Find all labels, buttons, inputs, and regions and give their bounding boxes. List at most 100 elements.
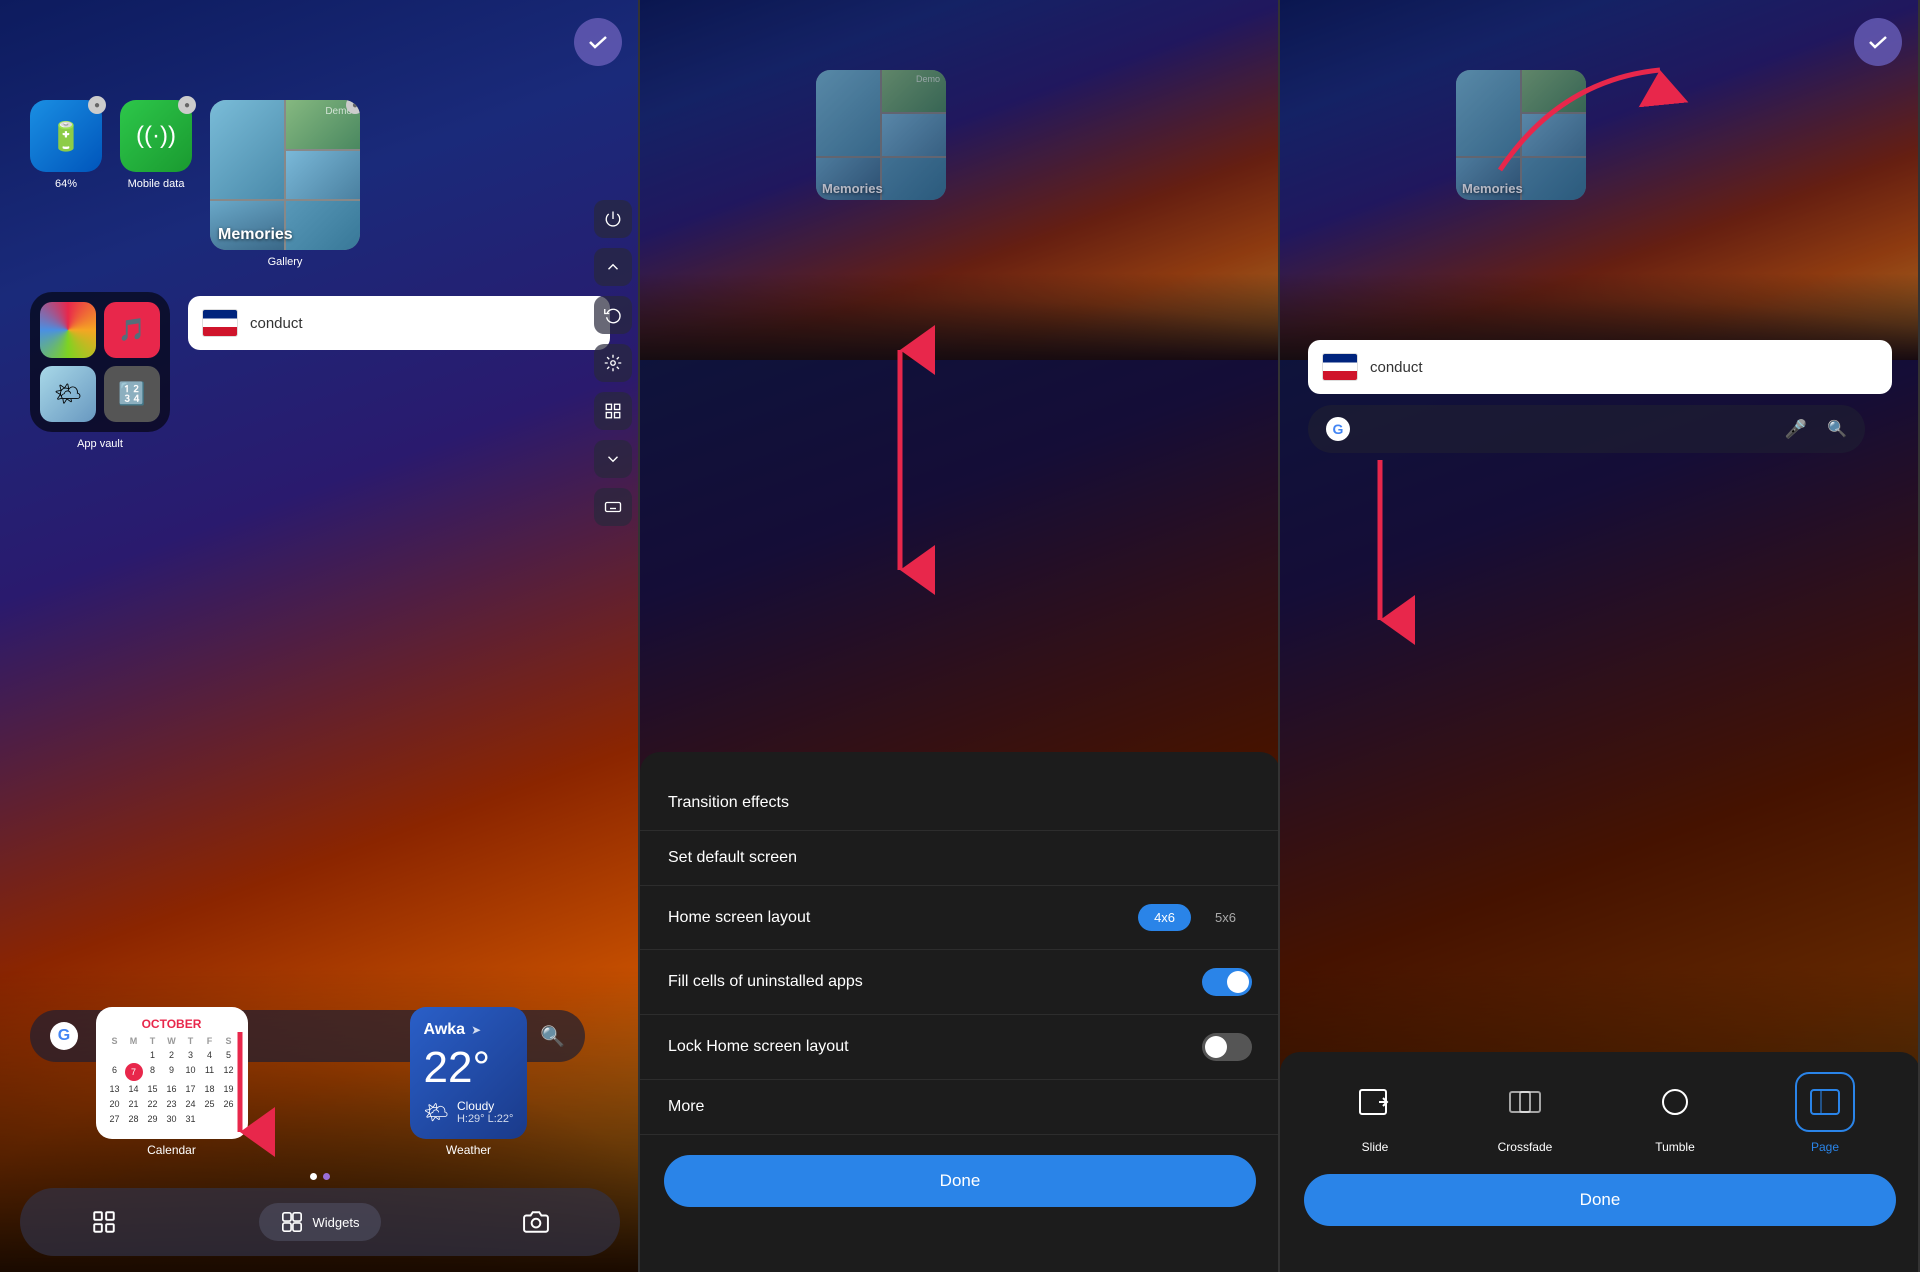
vault-icon-3: 🌤 xyxy=(40,366,96,422)
memories-widget[interactable]: ● Demo Memories Gallery xyxy=(210,100,360,268)
lock-screen-row[interactable]: Lock Home screen layout xyxy=(640,1015,1280,1080)
mic-prev-3: 🎤 xyxy=(1785,419,1807,440)
conduct-prev-text-3: conduct xyxy=(1370,359,1423,376)
more-row[interactable]: More xyxy=(640,1080,1280,1135)
panel-3: 🔋 65% ((·)) Mobile data xyxy=(1280,0,1920,1272)
g-logo-prev-3: G xyxy=(1326,417,1350,441)
down-btn[interactable] xyxy=(594,440,632,478)
cal-d: 6 xyxy=(106,1063,124,1081)
fill-cells-row[interactable]: Fill cells of uninstalled apps xyxy=(640,950,1280,1015)
slide-label: Slide xyxy=(1362,1140,1389,1154)
conduct-widget[interactable]: conduct xyxy=(188,296,610,350)
vault-label: App vault xyxy=(77,438,123,450)
keyboard-btn[interactable] xyxy=(594,488,632,526)
lens-prev-3: 🔍 xyxy=(1827,419,1847,439)
battery-app[interactable]: 🔋 ● 64% xyxy=(30,100,102,190)
home-preview-3: 🔋 65% ((·)) Mobile data xyxy=(1280,0,1920,360)
settings-overlay: Transition effects Set default screen Ho… xyxy=(640,752,1280,1272)
cal-d: 15 xyxy=(144,1082,162,1096)
gallery-label: Gallery xyxy=(268,256,303,268)
cal-d xyxy=(125,1048,143,1062)
cal-d: 8 xyxy=(144,1063,162,1081)
remove-dot[interactable]: ● xyxy=(88,96,106,114)
done-button-3[interactable]: Done xyxy=(1304,1174,1896,1226)
cal-h-wed: W xyxy=(163,1035,181,1047)
mobile-data-app[interactable]: ((·)) ● Mobile data xyxy=(120,100,192,190)
done-button-2[interactable]: Done xyxy=(664,1155,1256,1207)
pc-5p3 xyxy=(1522,158,1586,200)
cal-d xyxy=(201,1112,219,1126)
cal-d: 21 xyxy=(125,1097,143,1111)
layout-4x6-btn[interactable]: 4x6 xyxy=(1138,904,1191,931)
confirm-button-3[interactable] xyxy=(1854,18,1902,66)
grid-btn[interactable] xyxy=(594,392,632,430)
page-option[interactable]: Page xyxy=(1795,1072,1855,1154)
transition-effects-row[interactable]: Transition effects xyxy=(640,776,1280,831)
layout-5x6-btn[interactable]: 5x6 xyxy=(1199,904,1252,931)
slide-option[interactable]: Slide xyxy=(1345,1072,1405,1154)
confirm-button-1[interactable] xyxy=(574,18,622,66)
refresh-btn[interactable] xyxy=(594,296,632,334)
panel-1: 🔋 ● 64% ((·)) ● Mobile data xyxy=(0,0,640,1272)
memories-prev: Demo Memories Gallery xyxy=(816,70,946,215)
cal-d: 25 xyxy=(201,1097,219,1111)
mobile-data-icon: ((·)) ● xyxy=(120,100,192,172)
cal-d: 2 xyxy=(163,1048,181,1062)
cal-h-tue: T xyxy=(144,1035,162,1047)
memories-prev-text: Memories xyxy=(822,181,883,196)
cal-d: 3 xyxy=(182,1048,200,1062)
lock-screen-toggle[interactable] xyxy=(1202,1033,1252,1061)
conduct-text: conduct xyxy=(250,315,303,332)
taskbar-1: Widgets xyxy=(20,1188,620,1256)
home-screen-layout-row[interactable]: Home screen layout 4x6 5x6 xyxy=(640,886,1280,950)
home-screen-layout-label: Home screen layout xyxy=(668,909,810,927)
calendar-widget[interactable]: OCTOBER S M T W T F S 1 2 3 4 5 xyxy=(96,1007,248,1139)
cal-d: 1 xyxy=(144,1048,162,1062)
cal-d: 29 xyxy=(144,1112,162,1126)
cal-h-fri: F xyxy=(201,1035,219,1047)
cal-d: 19 xyxy=(220,1082,238,1096)
calendar-group: OCTOBER S M T W T F S 1 2 3 4 5 xyxy=(30,1007,313,1157)
taskbar-home-btn[interactable] xyxy=(91,1209,117,1235)
memories-prev-3: Memories Gallery xyxy=(1456,70,1586,215)
dot-1 xyxy=(310,1173,317,1180)
set-default-screen-label: Set default screen xyxy=(668,849,797,867)
weather-widget[interactable]: Awka ➤ 22° 🌤 Cloudy H:29° L:22° xyxy=(410,1007,528,1139)
cal-d: 9 xyxy=(163,1063,181,1081)
weather-city-row: Awka ➤ xyxy=(424,1021,514,1039)
cal-d: 31 xyxy=(182,1112,200,1126)
flag-icon xyxy=(202,309,238,337)
cal-d: 11 xyxy=(201,1063,219,1081)
cal-h-thu: T xyxy=(182,1035,200,1047)
up-btn[interactable] xyxy=(594,248,632,286)
search-prev-3: G 🎤 🔍 xyxy=(1308,405,1865,453)
crossfade-option[interactable]: Crossfade xyxy=(1495,1072,1555,1154)
cal-d: 16 xyxy=(163,1082,181,1096)
pc-1p xyxy=(816,70,880,156)
weather-range: H:29° L:22° xyxy=(457,1113,514,1125)
second-row: 🎵 🌤 🔢 App vault conduct xyxy=(30,282,610,450)
tumble-icon xyxy=(1645,1072,1705,1132)
cal-h-sat: S xyxy=(220,1035,238,1047)
transition-effects-label: Transition effects xyxy=(668,794,789,812)
wallpaper-preview xyxy=(640,0,1280,360)
cal-h-mon: M xyxy=(125,1035,143,1047)
calendar-widget-label: Calendar xyxy=(147,1143,196,1157)
app-vault-group[interactable]: 🎵 🌤 🔢 App vault xyxy=(30,292,170,450)
done-label-2: Done xyxy=(940,1171,981,1191)
widgets-btn[interactable]: Widgets xyxy=(259,1203,382,1241)
done-label-3: Done xyxy=(1580,1190,1621,1210)
set-default-screen-row[interactable]: Set default screen xyxy=(640,831,1280,886)
settings-gear-btn[interactable] xyxy=(594,344,632,382)
fill-cells-toggle[interactable] xyxy=(1202,968,1252,996)
remove-dot-2[interactable]: ● xyxy=(178,96,196,114)
panel-2: 🔋 66% ((·)) Mobile data xyxy=(640,0,1280,1272)
taskbar-camera-btn[interactable] xyxy=(523,1209,549,1235)
slide-icon xyxy=(1345,1072,1405,1132)
fill-cells-label: Fill cells of uninstalled apps xyxy=(668,973,863,991)
power-btn[interactable] xyxy=(594,200,632,238)
weather-details: Cloudy H:29° L:22° xyxy=(457,1099,514,1125)
crossfade-icon xyxy=(1495,1072,1555,1132)
tumble-option[interactable]: Tumble xyxy=(1645,1072,1705,1154)
cal-d: 30 xyxy=(163,1112,181,1126)
